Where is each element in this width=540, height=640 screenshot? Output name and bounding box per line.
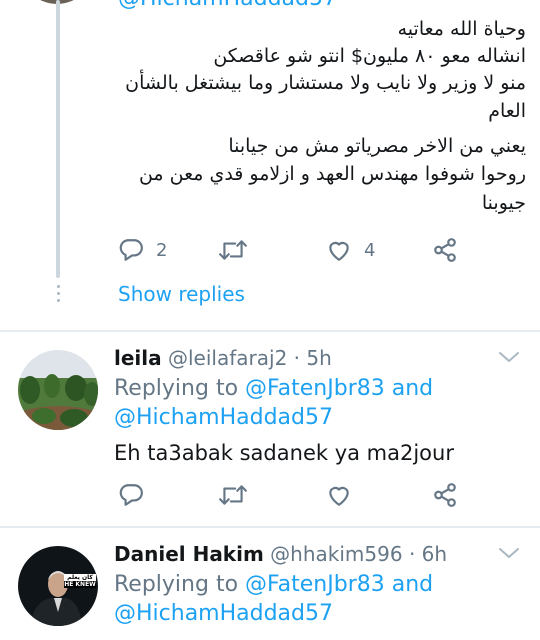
tweet-text-line: يعني من الاخر مصرياتو مش من جيابنا <box>228 135 526 157</box>
share-icon <box>434 483 456 507</box>
share-icon <box>434 238 456 262</box>
mention-link[interactable]: @FatenJbr83 <box>245 376 385 401</box>
like-button[interactable]: 4 <box>326 235 375 265</box>
retweet-icon <box>219 485 247 505</box>
chevron-down-icon[interactable] <box>498 350 520 364</box>
replying-to: Replying to @FatenJbr83 and <box>114 572 433 597</box>
tweet-text-line: العام <box>488 100 526 122</box>
chevron-down-icon[interactable] <box>498 546 520 560</box>
like-icon <box>329 241 349 261</box>
reply-icon <box>119 239 143 261</box>
tweet-divider <box>0 526 540 528</box>
retweet-button[interactable] <box>218 235 248 265</box>
avatar[interactable]: كان يعلم HE KNEW <box>18 546 98 626</box>
replying-to: Replying to @FatenJbr83 and <box>114 376 433 401</box>
like-count: 4 <box>364 239 376 261</box>
thread-line <box>56 0 60 278</box>
reply-button[interactable]: 2 <box>118 235 167 265</box>
tweet-header: Daniel Hakim @hhakim596 · 6h <box>114 542 447 566</box>
retweet-button[interactable] <box>218 480 248 510</box>
avatar-badge-arabic: كان يعلم <box>67 574 93 581</box>
avatar-badge-english: HE KNEW <box>64 581 96 588</box>
reply-count: 2 <box>156 239 168 261</box>
mention-link[interactable]: @HichamHaddad57 <box>114 405 333 430</box>
mention-link[interactable]: @HichamHaddad57 <box>114 601 333 626</box>
separator: · <box>408 542 416 566</box>
separator: · <box>293 346 301 370</box>
tweet-text-line: جيوبنا <box>481 192 526 214</box>
display-name[interactable]: Daniel Hakim <box>114 542 264 566</box>
tweet-text-line: وحياة الله معاتيه <box>397 18 526 40</box>
replying-to-continued: @HichamHaddad57 <box>114 601 333 626</box>
replying-to-label: Replying to <box>114 376 239 401</box>
thread-dot <box>57 292 60 295</box>
user-handle[interactable]: @leilafaraj2 <box>168 346 287 370</box>
reply-icon <box>119 484 143 506</box>
tweet-header: leila @leilafaraj2 · 5h <box>114 346 332 370</box>
tweet-text-line: روحوا شوفوا مهندس العهد و ازلامو قدي معن… <box>138 163 526 185</box>
replying-to-continued: @HichamHaddad57 <box>114 405 333 430</box>
top-tweet-actions: 2 4 <box>112 235 532 265</box>
mention-and: and <box>391 572 434 597</box>
retweet-icon <box>219 240 247 260</box>
like-icon <box>329 486 349 506</box>
like-button[interactable] <box>326 480 352 510</box>
timestamp[interactable]: 6h <box>422 542 447 566</box>
show-replies-link[interactable]: Show replies <box>118 282 245 306</box>
thread-dot <box>57 285 60 288</box>
tweet-text-line: منو لا وزير ولا نايب ولا مستشار وما بيشت… <box>125 72 526 94</box>
avatar-garden-image <box>18 350 98 430</box>
display-name[interactable]: leila <box>114 346 162 370</box>
timestamp[interactable]: 5h <box>306 346 331 370</box>
replying-to-label: Replying to <box>114 572 239 597</box>
tweet-divider <box>0 330 540 332</box>
tweet-text-line: انشاله معو ٨٠ مليون$ انتو شو عاقصكن <box>213 45 526 67</box>
thread-dot <box>57 299 60 302</box>
tweet-actions <box>112 480 532 510</box>
share-button[interactable] <box>432 480 458 510</box>
top-handle-fragment[interactable]: @HichamHaddad57 <box>118 0 337 11</box>
avatar-badge: كان يعلم HE KNEW <box>64 574 96 588</box>
mention-link[interactable]: @FatenJbr83 <box>245 572 385 597</box>
mention-and: and <box>391 376 434 401</box>
tweet-text: Eh ta3abak sadanek ya ma2jour <box>114 441 454 465</box>
user-handle[interactable]: @hhakim596 <box>270 542 402 566</box>
share-button[interactable] <box>432 235 458 265</box>
reply-button[interactable] <box>118 480 144 510</box>
avatar[interactable] <box>18 350 98 430</box>
